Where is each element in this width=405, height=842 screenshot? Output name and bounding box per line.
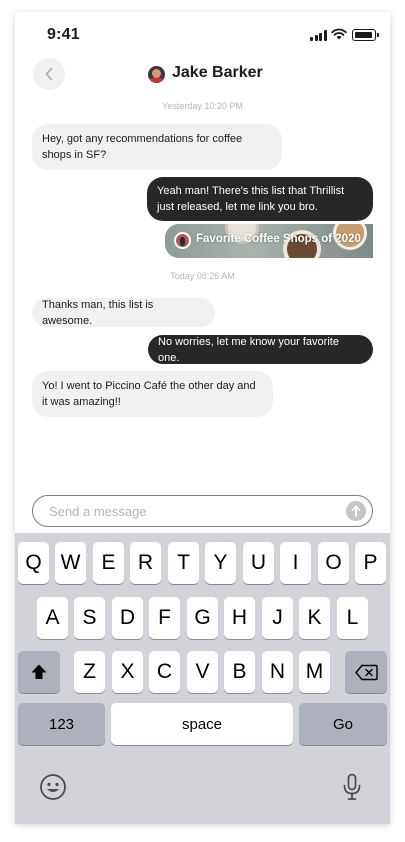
link-source-avatar [174, 232, 191, 249]
battery-icon [352, 29, 379, 41]
timestamp: Yesterday 10:20 PM [162, 101, 243, 111]
key-v[interactable]: V [187, 651, 218, 693]
status-bar: 9:41 [15, 12, 390, 56]
key-a[interactable]: A [37, 597, 68, 639]
key-p[interactable]: P [355, 542, 386, 584]
message-input-placeholder: Send a message [49, 504, 147, 519]
contact-avatar[interactable] [148, 66, 165, 83]
key-s[interactable]: S [74, 597, 105, 639]
key-u[interactable]: U [243, 542, 274, 584]
key-m[interactable]: M [299, 651, 330, 693]
key-w[interactable]: W [55, 542, 86, 584]
message-text: Thanks man, this list is awesome. [42, 298, 154, 327]
message-bubble-outgoing[interactable]: Yeah man! There's this list that Thrilli… [147, 177, 373, 221]
chevron-left-icon [45, 67, 53, 81]
send-button[interactable] [346, 501, 366, 521]
key-b[interactable]: B [224, 651, 255, 693]
status-time: 9:41 [47, 26, 80, 43]
key-y[interactable]: Y [205, 542, 236, 584]
key-h[interactable]: H [224, 597, 255, 639]
shift-key[interactable] [18, 651, 60, 693]
message-input[interactable]: Send a message [32, 495, 373, 527]
message-bubble-incoming[interactable]: Hey, got any recommendations for coffee … [32, 124, 282, 170]
backspace-key[interactable] [345, 651, 387, 693]
keyboard: Q W E R T Y U I O P A S D F G H J K L Z … [15, 533, 390, 824]
message-bubble-outgoing[interactable]: No worries, let me know your favorite on… [148, 335, 373, 364]
link-preview-card[interactable]: Favorite Coffee Shops of 2020 [165, 224, 373, 258]
key-i[interactable]: I [280, 542, 311, 584]
key-e[interactable]: E [93, 542, 124, 584]
go-key[interactable]: Go [299, 703, 387, 745]
key-d[interactable]: D [112, 597, 143, 639]
key-n[interactable]: N [262, 651, 293, 693]
microphone-icon[interactable] [342, 773, 362, 801]
key-r[interactable]: R [130, 542, 161, 584]
key-o[interactable]: O [318, 542, 349, 584]
message-bubble-incoming[interactable]: Thanks man, this list is awesome. [32, 298, 215, 327]
arrow-up-icon [351, 505, 361, 517]
shift-arrow-icon [31, 664, 47, 679]
key-z[interactable]: Z [74, 651, 105, 693]
message-text: Yeah man! There's this list that Thrilli… [157, 185, 345, 213]
message-text: Yo! I went to Piccino Café the other day… [42, 380, 256, 408]
key-t[interactable]: T [168, 542, 199, 584]
key-j[interactable]: J [262, 597, 293, 639]
back-button[interactable] [33, 58, 65, 90]
key-c[interactable]: C [149, 651, 180, 693]
key-q[interactable]: Q [18, 542, 49, 584]
phone-screen: 9:41 Jake Barker Yesterday 10:20 PM Hey,… [15, 12, 390, 824]
message-text: No worries, let me know your favorite on… [158, 335, 339, 364]
link-preview-title: Favorite Coffee Shops of 2020 [196, 233, 361, 245]
key-f[interactable]: F [149, 597, 180, 639]
key-l[interactable]: L [337, 597, 368, 639]
delete-icon [354, 664, 378, 680]
timestamp: Today 08:26 AM [170, 271, 235, 281]
key-k[interactable]: K [299, 597, 330, 639]
contact-name[interactable]: Jake Barker [172, 64, 263, 82]
key-x[interactable]: X [112, 651, 143, 693]
message-text: Hey, got any recommendations for coffee … [42, 133, 243, 161]
wifi-icon [331, 28, 347, 40]
space-key[interactable]: space [111, 703, 293, 745]
emoji-icon[interactable] [39, 773, 67, 801]
cellular-signal-icon [310, 30, 327, 41]
numbers-key[interactable]: 123 [18, 703, 105, 745]
key-g[interactable]: G [187, 597, 218, 639]
message-bubble-incoming[interactable]: Yo! I went to Piccino Café the other day… [32, 371, 273, 417]
